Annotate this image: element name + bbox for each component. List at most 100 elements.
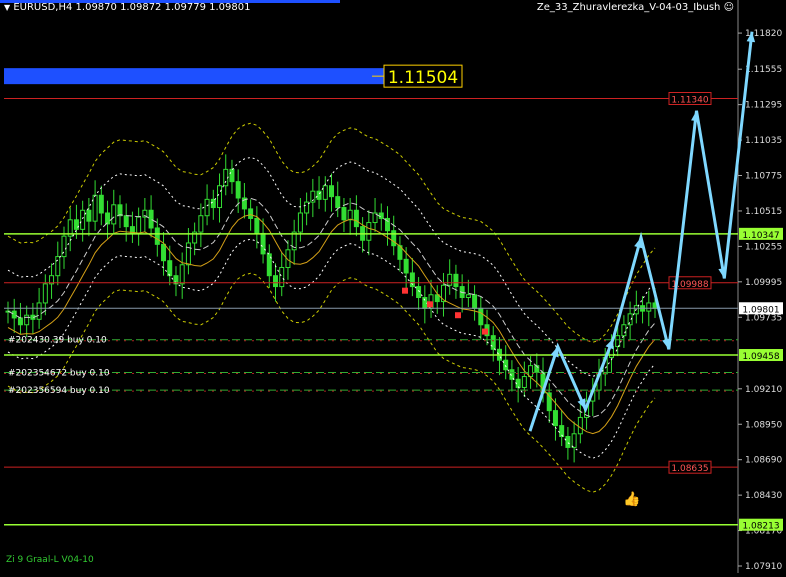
y-tick-label: 1.11295 [745, 101, 782, 111]
candle-body [11, 310, 17, 319]
candle-body [235, 181, 241, 199]
indicator-name: Ze_33_Zhuravlerezka_V-04-03_Ibush [536, 2, 721, 13]
candle-body [98, 194, 104, 214]
candle-body [366, 222, 372, 241]
candle-body [185, 242, 191, 266]
candle-body [248, 208, 254, 219]
candle-body [254, 217, 260, 234]
candle-body [229, 168, 235, 183]
candle-body [154, 227, 160, 245]
current-price-label: 1.09801 [742, 305, 779, 315]
order-label: #202354672 buy 0.10 [8, 368, 110, 378]
candle-body [416, 286, 422, 298]
candle-body [92, 194, 98, 222]
candle-body [73, 219, 79, 230]
lime-price-label: 1.09458 [742, 352, 779, 362]
candle-body [378, 212, 384, 219]
forecast-zigzag [528, 31, 754, 432]
candle-body [528, 365, 534, 378]
candle-body [297, 212, 303, 233]
y-tick-label: 1.08950 [745, 420, 782, 430]
forecast-arrowhead [634, 237, 643, 249]
candle-body [136, 216, 142, 234]
footer-indicator-label: Zi 9 Graal-L V04-10 [6, 555, 94, 565]
candle-body [117, 204, 123, 217]
candle-body [123, 215, 129, 228]
candle-body [565, 436, 571, 448]
candle-body [347, 209, 353, 221]
y-tick-label: 1.08430 [745, 491, 782, 501]
lime-price-label: 1.10347 [742, 231, 779, 241]
symbol-header: ▼ EURUSD,H4 1.09870 1.09872 1.09779 1.09… [4, 2, 250, 13]
y-tick-label: 1.11555 [745, 65, 782, 75]
candle-body [329, 185, 334, 198]
candle-body [646, 302, 652, 312]
candle-body [24, 314, 30, 326]
candle-body [422, 296, 428, 309]
candle-body [279, 267, 285, 288]
candle-body [223, 168, 229, 187]
signal-marker [482, 328, 488, 335]
signal-marker [455, 312, 461, 319]
candle-body [161, 243, 167, 262]
y-tick-label: 1.09210 [745, 385, 782, 395]
candle-body [210, 198, 216, 209]
signal-marker [402, 287, 408, 294]
triangle-down-icon[interactable]: ▼ [4, 3, 10, 12]
y-tick-label: 1.07910 [745, 562, 782, 572]
y-tick-label: 1.10255 [745, 242, 782, 252]
candle-body [167, 260, 173, 277]
price-box-value: 1.11504 [388, 68, 458, 88]
y-tick-label: 1.10775 [745, 172, 782, 182]
y-tick-label: 1.10515 [745, 207, 782, 217]
thumbs-up-icon: 👍 [623, 490, 640, 507]
candle-body [490, 335, 496, 350]
candle-body [465, 294, 471, 298]
candle-body [260, 232, 266, 255]
candle-body [353, 209, 359, 228]
y-tick-label: 1.09995 [745, 278, 782, 288]
signal-marker [427, 301, 433, 308]
symbol-line: EURUSD,H4 1.09870 1.09872 1.09779 1.0980… [13, 2, 251, 13]
candle-body [86, 209, 92, 222]
candle-body [273, 275, 279, 288]
lime-price-label: 1.08213 [742, 522, 779, 532]
candle-body [304, 201, 310, 214]
candle-body [403, 258, 409, 274]
indicator-header: Ze_33_Zhuravlerezka_V-04-03_Ibush ☺ [537, 2, 734, 13]
candle-body [111, 204, 117, 225]
red-level-label: 1.08635 [671, 464, 708, 474]
price-chart: 1.118201.115551.112951.110351.107751.105… [4, 0, 783, 573]
candle-body [341, 207, 347, 221]
candle-body [478, 307, 484, 326]
candle-body [204, 198, 210, 217]
candle-body [621, 324, 627, 337]
red-level-label: 1.11340 [671, 96, 708, 106]
y-tick-label: 1.11035 [745, 136, 782, 146]
candle-body [322, 185, 328, 200]
blue-band [4, 68, 384, 85]
candle-body [335, 196, 341, 209]
y-tick-label: 1.08690 [745, 456, 782, 466]
candle-body [472, 294, 478, 309]
candle-body [42, 283, 48, 304]
candle-body [577, 416, 583, 435]
candle-body [391, 230, 397, 247]
candle-body [179, 264, 185, 285]
candle-body [615, 335, 621, 348]
smiley-face-icon: ☺ [723, 2, 734, 13]
candle-body [503, 359, 509, 371]
candle-body [17, 317, 23, 326]
candle-body [198, 215, 204, 233]
candle-body [217, 185, 223, 209]
candle-body [55, 256, 61, 277]
candle-body [571, 433, 577, 448]
forecast-arrowhead [550, 346, 559, 358]
upper-yellow-band [7, 122, 656, 343]
chart-area[interactable]: 1.11820 1.11555 1.11295 1.11035 1.10775 1.105… [0, 0, 786, 573]
lower-yellow-band [7, 272, 656, 493]
candle-body [105, 212, 111, 225]
order-label: #202356594 buy 0.10 [8, 386, 110, 396]
candle-body [36, 302, 42, 320]
candle-body [148, 209, 154, 229]
